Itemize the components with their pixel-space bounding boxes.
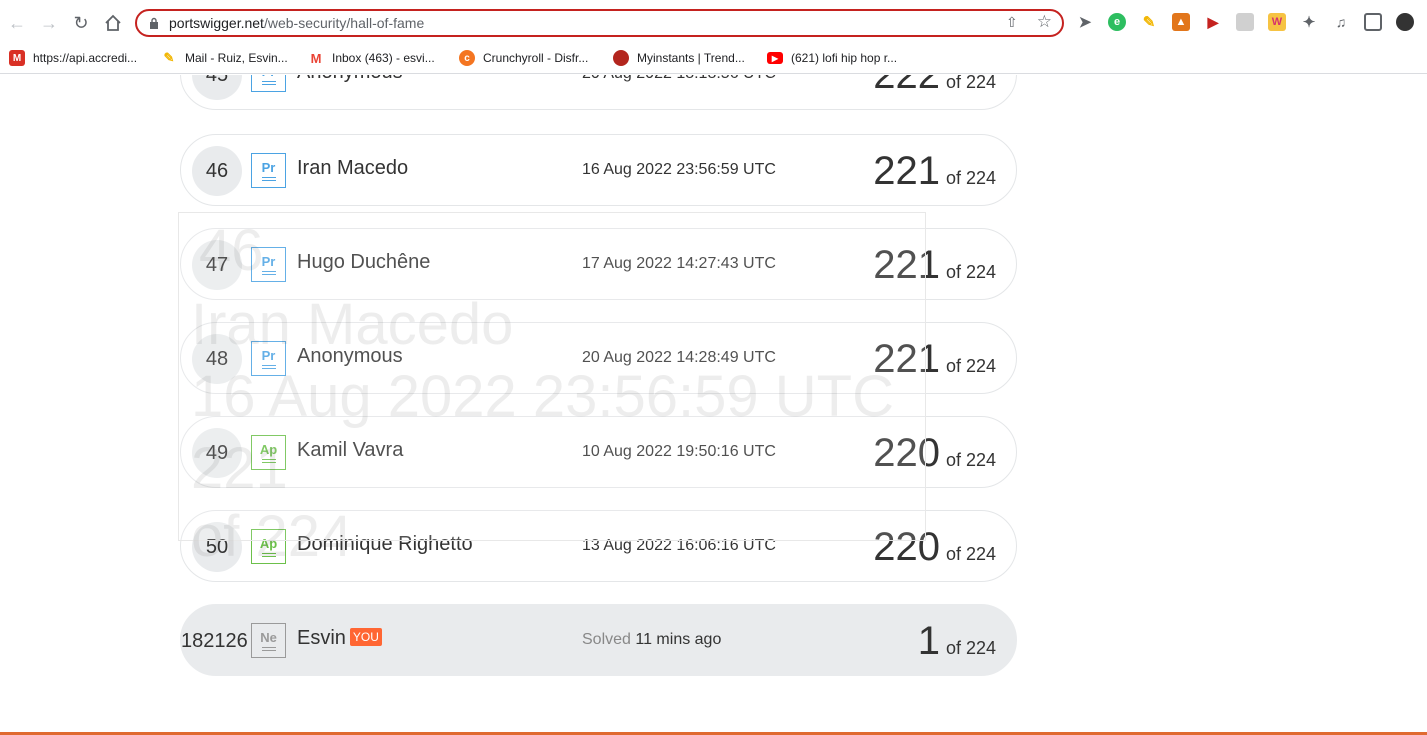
- practitioner-badge-icon: Pr: [251, 247, 286, 282]
- score: 221 of 224: [873, 243, 996, 287]
- score: 220 of 224: [873, 431, 996, 475]
- forward-icon[interactable]: →: [38, 12, 60, 34]
- extensions-puzzle-icon[interactable]: ✦: [1300, 13, 1318, 31]
- side-panel-icon[interactable]: [1364, 13, 1382, 31]
- share-icon[interactable]: ⇧: [1006, 14, 1022, 32]
- broom-icon: ✎: [163, 50, 175, 65]
- bookmark-item[interactable]: c Crunchyroll - Disfr...: [459, 48, 588, 68]
- hall-of-fame-content: 45 Pr Anonymous 20 Aug 2022 18:18:56 UTC…: [0, 75, 1427, 735]
- user-name: Kamil Vavra: [297, 439, 404, 461]
- practitioner-badge-icon: Pr: [251, 341, 286, 376]
- profile-avatar[interactable]: [1396, 13, 1414, 31]
- score: 222 of 224: [873, 75, 996, 97]
- bookmarks-bar: Mhttps://api.accredi... ✎ Mail - Ruiz, Es…: [0, 44, 1427, 74]
- rank-number: 182126: [181, 629, 248, 652]
- apprentice-badge-icon: Ap: [251, 435, 286, 470]
- solved-date: 20 Aug 2022 18:18:56 UTC: [582, 75, 776, 83]
- leaderboard-row: 50 Ap Dominique Righetto 13 Aug 2022 16:…: [180, 510, 1017, 582]
- solved-date: 16 Aug 2022 23:56:59 UTC: [582, 161, 776, 178]
- user-name: Esvin YOU: [297, 627, 382, 650]
- user-name: Anonymous: [297, 75, 403, 84]
- rank-number: 45: [192, 75, 242, 100]
- megaphone-extension-icon[interactable]: ▶: [1204, 13, 1222, 31]
- solved-date: 10 Aug 2022 19:50:16 UTC: [582, 443, 776, 460]
- user-name: Iran Macedo: [297, 157, 409, 179]
- address-bar[interactable]: portswigger.net/web-security/hall-of-fam…: [135, 9, 1064, 37]
- reload-icon[interactable]: ↻: [70, 12, 92, 34]
- bookmark-item[interactable]: Myinstants | Trend...: [613, 48, 745, 68]
- leaderboard-row: 48 Pr Anonymous 20 Aug 2022 14:28:49 UTC…: [180, 322, 1017, 394]
- user-name: Anonymous: [297, 345, 403, 367]
- you-badge: YOU: [349, 628, 382, 646]
- leaderboard-row: 47 Pr Hugo Duchêne 17 Aug 2022 14:27:43 …: [180, 228, 1017, 300]
- solved-date: 20 Aug 2022 14:28:49 UTC: [582, 349, 776, 366]
- solved-time: Solved 11 mins ago: [582, 631, 722, 648]
- broom-extension-icon[interactable]: ✎: [1140, 13, 1158, 31]
- current-user-row: 182126 Ne Esvin YOU Solved 11 mins ago 1o…: [180, 604, 1017, 676]
- bookmark-item[interactable]: ✎ Mail - Ruiz, Esvin...: [161, 48, 288, 68]
- practitioner-badge-icon: Pr: [251, 153, 286, 188]
- rocket-extension-icon[interactable]: ➤: [1076, 13, 1094, 31]
- score: 220 of 224: [873, 525, 996, 569]
- rank-number: 48: [192, 334, 242, 384]
- m-red-icon: M: [9, 50, 25, 66]
- score: 1 of 224: [917, 619, 996, 663]
- browser-toolbar: ← → ↻ portswigger.net/web-security/hall-…: [0, 0, 1427, 44]
- rank-number: 47: [192, 240, 242, 290]
- user-name: Dominique Righetto: [297, 533, 473, 555]
- score: 221 of 224: [873, 149, 996, 193]
- leaderboard-row: 45 Pr Anonymous 20 Aug 2022 18:18:56 UTC…: [180, 75, 1017, 110]
- gmail-icon: M: [310, 50, 322, 66]
- bookmark-item[interactable]: Mhttps://api.accredi...: [9, 48, 137, 68]
- screenshot-extension-icon[interactable]: [1236, 13, 1254, 31]
- myinstants-icon: [613, 50, 629, 66]
- solved-date: 13 Aug 2022 16:06:16 UTC: [582, 537, 776, 554]
- rank-number: 50: [192, 522, 242, 572]
- url-text[interactable]: portswigger.net/web-security/hall-of-fam…: [169, 15, 424, 31]
- lock-icon: [150, 17, 158, 29]
- bookmark-item[interactable]: M Inbox (463) - esvi...: [308, 48, 435, 68]
- bookmark-star-icon[interactable]: ☆: [1037, 12, 1052, 32]
- bookmark-item[interactable]: ▶ (621) lofi hip hop r...: [767, 48, 897, 68]
- home-icon[interactable]: [102, 12, 124, 34]
- apprentice-badge-icon: Ap: [251, 529, 286, 564]
- user-name: Hugo Duchêne: [297, 251, 431, 273]
- back-icon[interactable]: ←: [6, 12, 28, 34]
- rank-number: 49: [192, 428, 242, 478]
- metamask-extension-icon[interactable]: ▲: [1172, 13, 1190, 31]
- media-control-icon[interactable]: ♫: [1332, 13, 1350, 31]
- solved-date: 17 Aug 2022 14:27:43 UTC: [582, 255, 776, 272]
- leaderboard-row: 49 Ap Kamil Vavra 10 Aug 2022 19:50:16 U…: [180, 416, 1017, 488]
- practitioner-badge-icon: Pr: [251, 75, 286, 92]
- leaderboard-row: 46 Pr Iran Macedo 16 Aug 2022 23:56:59 U…: [180, 134, 1017, 206]
- rank-number: 46: [192, 146, 242, 196]
- score: 221 of 224: [873, 337, 996, 381]
- newcomer-badge-icon: Ne: [251, 623, 286, 658]
- wordtune-extension-icon[interactable]: W: [1268, 13, 1286, 31]
- crunchyroll-icon: c: [459, 50, 475, 66]
- youtube-icon: ▶: [767, 52, 783, 64]
- evernote-extension-icon[interactable]: e: [1108, 13, 1126, 31]
